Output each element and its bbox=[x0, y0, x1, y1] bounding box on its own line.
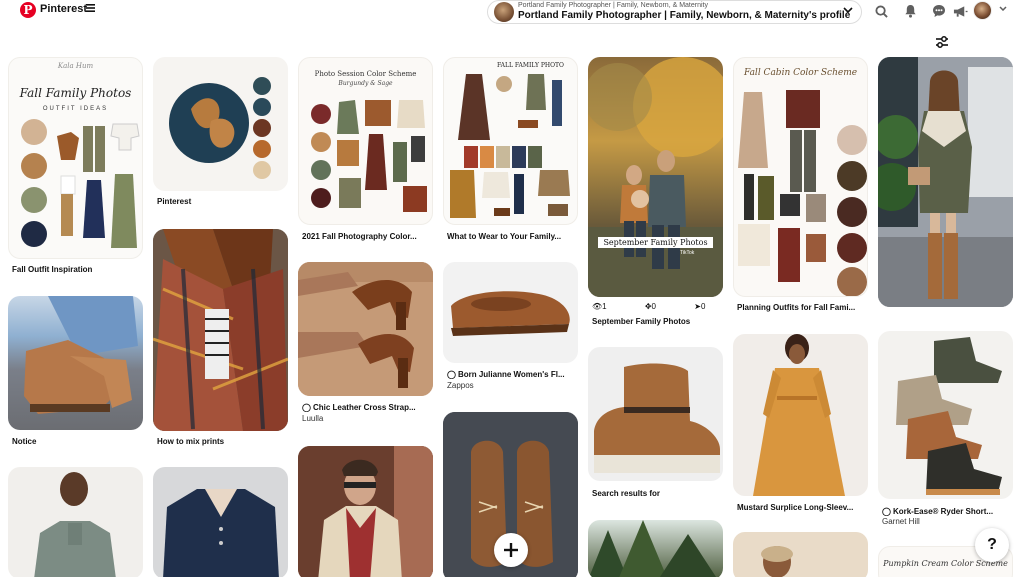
profile-avatar bbox=[494, 2, 514, 22]
pin-image[interactable] bbox=[733, 334, 868, 496]
tag-icon: ◯ bbox=[447, 370, 456, 379]
image-title-text: FALL FAMILY PHOTO bbox=[497, 62, 564, 69]
pin-image[interactable] bbox=[153, 57, 288, 191]
pinterest-logo-icon[interactable]: P bbox=[20, 2, 36, 18]
pin-image[interactable] bbox=[298, 446, 433, 577]
pin-title-text: Kork-Ease® Ryder Short... bbox=[892, 507, 994, 516]
add-pin-button[interactable] bbox=[494, 533, 528, 567]
pin-image[interactable] bbox=[878, 57, 1013, 307]
pin-card[interactable]: Photo Session Color Scheme Burgundy & Sa… bbox=[298, 57, 433, 247]
pin-title-text: Chic Leather Cross Strap... bbox=[312, 403, 416, 412]
pin-card[interactable]: ◯ Born Julianne Women's Fl... Zappos bbox=[443, 262, 578, 397]
pin-title[interactable]: How to mix prints bbox=[157, 437, 289, 446]
top-bar: P Pinterest Portland Family Photographer… bbox=[0, 0, 1024, 24]
pin-card[interactable]: ◯ Kork-Ease® Ryder Short... Garnet Hill bbox=[878, 331, 1013, 527]
user-avatar[interactable] bbox=[973, 1, 992, 20]
profile-selector[interactable]: Portland Family Photographer | Family, N… bbox=[487, 0, 862, 24]
pin-image[interactable] bbox=[298, 262, 433, 396]
pin-card[interactable] bbox=[298, 446, 433, 577]
pin-card[interactable] bbox=[8, 467, 143, 577]
pin-image[interactable]: FALL FAMILY PHOTO bbox=[443, 57, 578, 225]
image-title-text: Fall Cabin Color Scheme bbox=[743, 68, 858, 78]
pin-source[interactable]: Garnet Hill bbox=[882, 517, 920, 526]
eye-icon: 👁 bbox=[592, 302, 603, 311]
pin-image[interactable] bbox=[8, 296, 143, 430]
help-button[interactable]: ? bbox=[975, 528, 1009, 562]
image-title-text: Fall Family Photos bbox=[19, 86, 132, 100]
brand-label[interactable]: Pinterest bbox=[40, 3, 87, 15]
pin-card[interactable] bbox=[153, 467, 288, 577]
pin-card[interactable]: Search results for bbox=[588, 347, 723, 507]
image-title-text: Photo Session Color Scheme bbox=[314, 70, 417, 78]
pin-image[interactable] bbox=[8, 467, 143, 577]
tag-icon: ◯ bbox=[302, 403, 311, 412]
pin-image[interactable]: Kala Hum Fall Family Photos OUTFIT IDEAS bbox=[8, 57, 143, 259]
pin-card[interactable]: FALL FAMILY PHOTO What to Wear to Your F… bbox=[443, 57, 578, 247]
tag-icon: ◯ bbox=[882, 507, 891, 516]
menu-icon[interactable] bbox=[86, 3, 95, 15]
pin-title[interactable]: Planning Outfits for Fall Fami... bbox=[737, 303, 869, 312]
pin-title[interactable]: ◯ Kork-Ease® Ryder Short... bbox=[882, 507, 1014, 516]
pin-title[interactable]: ◯ Born Julianne Women's Fl... bbox=[447, 370, 579, 379]
clicks-count: 0 bbox=[700, 302, 706, 311]
chevron-down-icon[interactable] bbox=[999, 3, 1007, 13]
pin-card[interactable] bbox=[878, 57, 1013, 307]
saves-count: 0 bbox=[651, 302, 656, 311]
search-icon[interactable] bbox=[872, 2, 890, 20]
image-subtitle-text: Burgundy & Sage bbox=[338, 80, 393, 87]
pin-title[interactable]: Fall Outfit Inspiration bbox=[12, 265, 144, 274]
pin-title[interactable]: ◯ Chic Leather Cross Strap... bbox=[302, 403, 434, 412]
pin-card[interactable] bbox=[588, 520, 723, 577]
pin-icon: ✥ bbox=[644, 302, 652, 311]
pin-title[interactable]: September Family Photos bbox=[592, 317, 724, 326]
pin-image[interactable] bbox=[153, 229, 288, 431]
image-overlay-text: September Family Photos bbox=[598, 237, 713, 248]
bell-icon[interactable] bbox=[901, 2, 919, 20]
pin-image[interactable] bbox=[443, 262, 578, 363]
pin-title[interactable]: Search results for bbox=[592, 489, 724, 498]
pin-image[interactable] bbox=[733, 532, 868, 577]
pin-title[interactable]: Pinterest bbox=[157, 197, 289, 206]
messages-icon[interactable] bbox=[930, 2, 948, 20]
profile-subtitle: Portland Family Photographer | Family, N… bbox=[518, 2, 708, 9]
pin-stats: 👁1 ✥0 ➤0 bbox=[592, 302, 705, 311]
pin-image[interactable]: Photo Session Color Scheme Burgundy & Sa… bbox=[298, 57, 433, 225]
pin-title[interactable]: 2021 Fall Photography Color... bbox=[302, 232, 434, 241]
pin-image[interactable]: Fall Cabin Color Scheme bbox=[733, 57, 868, 297]
pin-card[interactable]: ◯ Chic Leather Cross Strap... Luulla bbox=[298, 262, 433, 427]
profile-title: Portland Family Photographer | Family, N… bbox=[518, 10, 851, 21]
image-overlay-small: TikTok bbox=[680, 250, 695, 256]
pin-card[interactable]: Kala Hum Fall Family Photos OUTFIT IDEAS… bbox=[8, 57, 143, 281]
pin-image[interactable]: September Family Photos TikTok bbox=[588, 57, 723, 297]
image-subtitle-text: OUTFIT IDEAS bbox=[42, 106, 109, 112]
pin-card[interactable]: Notice bbox=[8, 296, 143, 452]
chevron-down-icon[interactable] bbox=[843, 4, 853, 16]
pin-card[interactable]: September Family Photos TikTok 👁1 ✥0 ➤0 … bbox=[588, 57, 723, 333]
views-count: 1 bbox=[602, 302, 607, 311]
pin-title-text: Born Julianne Women's Fl... bbox=[457, 370, 565, 379]
megaphone-icon[interactable] bbox=[951, 2, 969, 20]
click-icon: ➤ bbox=[694, 302, 701, 311]
pin-image[interactable] bbox=[588, 520, 723, 577]
filter-icon[interactable] bbox=[931, 31, 953, 53]
pin-card[interactable]: Mustard Surplice Long-Sleev... bbox=[733, 334, 868, 518]
pin-card[interactable] bbox=[733, 532, 868, 577]
pin-card[interactable]: Pinterest bbox=[153, 57, 288, 211]
pin-image[interactable] bbox=[588, 347, 723, 481]
pin-title[interactable]: Notice bbox=[12, 437, 144, 446]
pin-card[interactable]: How to mix prints bbox=[153, 229, 288, 453]
pin-source[interactable]: Zappos bbox=[447, 381, 474, 390]
pin-image[interactable] bbox=[153, 467, 288, 577]
pin-image[interactable] bbox=[878, 331, 1013, 499]
pin-title[interactable]: Mustard Surplice Long-Sleev... bbox=[737, 503, 869, 512]
pin-title[interactable]: What to Wear to Your Family... bbox=[447, 232, 579, 241]
image-script-text: Kala Hum bbox=[57, 62, 94, 70]
pin-card[interactable]: Fall Cabin Color Scheme Planning Outfits… bbox=[733, 57, 868, 327]
pin-source[interactable]: Luulla bbox=[302, 414, 323, 423]
